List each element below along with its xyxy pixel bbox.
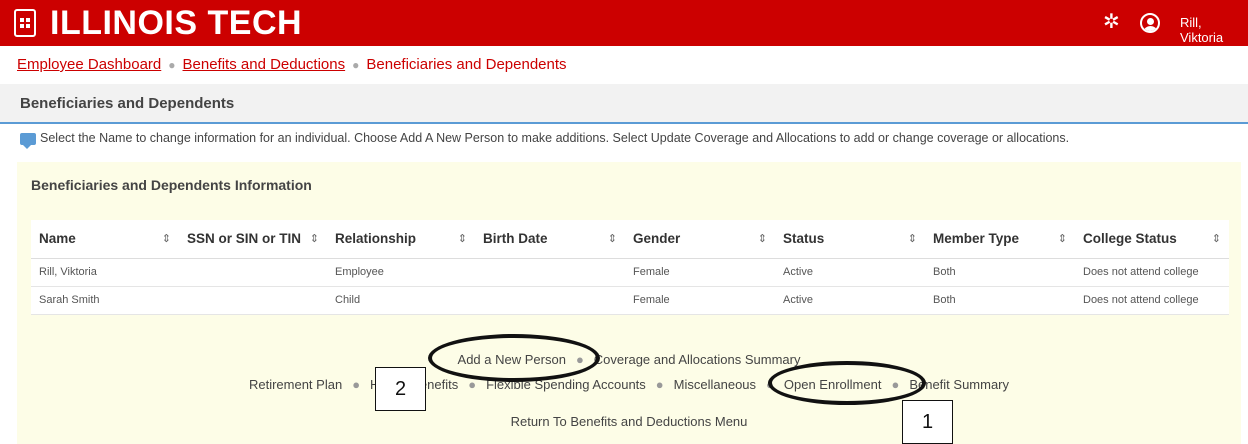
sort-icon[interactable]: ⇕ <box>162 232 171 245</box>
table-header-row: Name ⇕ SSN or SIN or TIN ⇕ Relationship ⇕ B… <box>31 220 1229 259</box>
top-header: ILLINOIS TECH ✲ Rill, Viktoria <box>0 0 1248 46</box>
cell-member-type: Both <box>925 258 1075 287</box>
user-name[interactable]: Rill, Viktoria <box>1180 15 1248 45</box>
link-miscellaneous[interactable]: Miscellaneous <box>674 377 756 392</box>
column-header-member-type[interactable]: Member Type ⇕ <box>925 220 1075 259</box>
link-retirement-plan[interactable]: Retirement Plan <box>249 377 342 392</box>
cell-gender: Female <box>625 286 775 315</box>
sort-icon[interactable]: ⇕ <box>1058 232 1067 245</box>
link-coverage-allocations-summary[interactable]: Coverage and Allocations Summary <box>594 352 801 367</box>
gear-icon[interactable]: ✲ <box>1103 12 1120 32</box>
cell-name[interactable]: Rill, Viktoria <box>31 258 179 287</box>
highlight-oval-open-enrollment <box>768 361 926 405</box>
cell-college-status: Does not attend college <box>1075 258 1229 287</box>
beneficiaries-panel: Beneficiaries and Dependents Information… <box>17 162 1241 444</box>
cell-member-type: Both <box>925 286 1075 315</box>
cell-relationship: Child <box>327 286 475 315</box>
panel-title: Beneficiaries and Dependents Information <box>31 177 312 193</box>
links-row-2: Retirement Plan●Health Benefits●Flexible… <box>248 377 1010 392</box>
table-row: Sarah Smith Child Female Active Both Doe… <box>31 286 1229 315</box>
cell-name[interactable]: Sarah Smith <box>31 286 179 315</box>
column-header-relationship[interactable]: Relationship ⇕ <box>327 220 475 259</box>
beneficiaries-table: Name ⇕ SSN or SIN or TIN ⇕ Relationship ⇕ B… <box>31 220 1229 315</box>
sort-icon[interactable]: ⇕ <box>758 232 767 245</box>
column-header-birth-date[interactable]: Birth Date ⇕ <box>475 220 625 259</box>
cell-birth-date <box>475 286 625 315</box>
breadcrumb-benefits-and-deductions[interactable]: Benefits and Deductions <box>183 56 346 73</box>
cell-status: Active <box>775 286 925 315</box>
breadcrumb: Employee Dashboard ● Benefits and Deductio… <box>17 56 567 73</box>
sort-icon[interactable]: ⇕ <box>1212 232 1221 245</box>
links-row-1: Add a New Person ● Coverage and Allocation… <box>457 352 801 367</box>
illinois-tech-logo[interactable]: ILLINOIS TECH <box>50 4 302 43</box>
page-title: Beneficiaries and Dependents <box>20 95 235 112</box>
page-title-bar: Beneficiaries and Dependents <box>0 84 1248 124</box>
cell-birth-date <box>475 258 625 287</box>
info-message-text: Select the Name to change information fo… <box>40 131 1070 145</box>
sort-icon[interactable]: ⇕ <box>458 232 467 245</box>
sort-icon[interactable]: ⇕ <box>310 232 319 245</box>
sort-icon[interactable]: ⇕ <box>608 232 617 245</box>
callout-label-1: 1 <box>902 400 953 444</box>
cell-college-status: Does not attend college <box>1075 286 1229 315</box>
cell-ssn <box>179 286 327 315</box>
cell-gender: Female <box>625 258 775 287</box>
table-row: Rill, Viktoria Employee Female Active Bo… <box>31 258 1229 287</box>
cell-status: Active <box>775 258 925 287</box>
cell-ssn <box>179 258 327 287</box>
links-row-3: Return To Benefits and Deductions Menu <box>17 414 1241 429</box>
sort-icon[interactable]: ⇕ <box>908 232 917 245</box>
info-message: Select the Name to change information fo… <box>20 131 1070 149</box>
column-header-ssn[interactable]: SSN or SIN or TIN ⇕ <box>179 220 327 259</box>
app-grid-icon[interactable] <box>14 9 36 37</box>
breadcrumb-employee-dashboard[interactable]: Employee Dashboard <box>17 56 161 73</box>
breadcrumb-current: Beneficiaries and Dependents <box>366 56 567 73</box>
chat-bubble-icon <box>20 132 36 149</box>
column-header-name[interactable]: Name ⇕ <box>31 220 179 259</box>
link-return-benefits-menu[interactable]: Return To Benefits and Deductions Menu <box>511 414 748 429</box>
callout-label-2: 2 <box>375 367 426 411</box>
cell-relationship: Employee <box>327 258 475 287</box>
column-header-college-status[interactable]: College Status ⇕ <box>1075 220 1229 259</box>
column-header-gender[interactable]: Gender ⇕ <box>625 220 775 259</box>
highlight-oval-add-person <box>428 334 600 382</box>
user-icon[interactable] <box>1140 13 1160 33</box>
column-header-status[interactable]: Status ⇕ <box>775 220 925 259</box>
